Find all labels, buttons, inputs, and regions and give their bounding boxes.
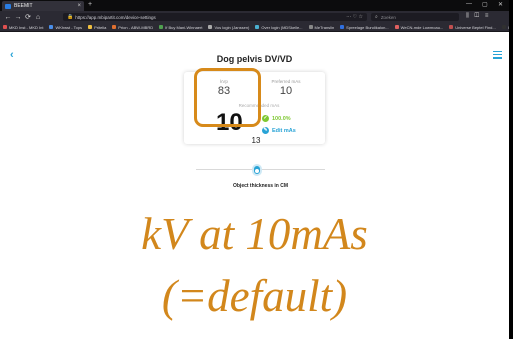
- url-text: https://app.mbipartit.com/device-setting…: [75, 14, 156, 20]
- bookmark-icon: [449, 25, 454, 29]
- bookmark-item[interactable]: WeCN-mde Lowmoau...: [394, 24, 444, 30]
- bookmarks-bar: MKD Inst - MKD Int WKhwst - Tops Pritelia P…: [0, 23, 509, 32]
- bookmark-icon: [208, 25, 213, 29]
- edit-mas-button[interactable]: ✎ Edit mAs: [262, 127, 296, 134]
- bookmark-icon: [159, 25, 164, 29]
- bookmark-item[interactable]: Installation - Architec...: [501, 25, 509, 30]
- maximize-icon[interactable]: ▢: [482, 1, 488, 8]
- toolbar-icons[interactable]: ⫼ ◫ ≡: [466, 13, 490, 20]
- preferred-mas-value[interactable]: 10: [256, 85, 316, 97]
- bookmark-icon: [394, 25, 399, 29]
- bookmark-item[interactable]: If Buy Mani-Winnaert: [159, 25, 202, 30]
- bookmark-label: MeTranslin: [314, 24, 335, 30]
- close-tab-icon[interactable]: ×: [77, 3, 81, 9]
- tab-title: BEEMIT: [14, 3, 33, 9]
- check-icon: ✓: [262, 115, 269, 122]
- bookmark-label: Over login (MDSkelle...: [261, 24, 303, 30]
- reload-icon[interactable]: ⟳: [23, 13, 33, 21]
- tab-active[interactable]: BEEMIT ×: [2, 1, 84, 11]
- bookmark-label: MKD Inst - MKD Int: [9, 24, 44, 30]
- page-actions-icon[interactable]: ··· ♡ ☆: [346, 14, 363, 20]
- screen-frame: BEEMIT × + — ▢ ✕ ← → ⟳ ⌂ 🔒 https://app.m…: [0, 0, 513, 339]
- search-bar[interactable]: ⌕ Zoeken: [371, 13, 459, 21]
- bookmark-label: WeCN-mde Lowmoau...: [400, 24, 444, 30]
- back-arrow-icon[interactable]: ←: [3, 14, 13, 21]
- bookmark-item[interactable]: MKD Inst - MKD Int: [3, 25, 43, 30]
- browser-window: BEEMIT × + — ▢ ✕ ← → ⟳ ⌂ 🔒 https://app.m…: [0, 0, 509, 339]
- bookmark-label: Vos login (Janssen): [214, 24, 250, 30]
- kv-highlight-box: [194, 68, 261, 127]
- match-badge: ✓ 100.0%: [262, 115, 291, 122]
- forward-arrow-icon[interactable]: →: [13, 14, 23, 21]
- annotation-line-2: (=default): [161, 271, 348, 321]
- bookmark-icon: [112, 25, 117, 29]
- bookmark-icon: [49, 25, 54, 29]
- bookmark-item[interactable]: Universe Beptel Find...: [449, 24, 496, 30]
- search-placeholder: Zoeken: [380, 14, 396, 20]
- bookmark-label: Installation - Architec...: [508, 25, 509, 30]
- bookmark-label: Pritelia: [94, 24, 107, 30]
- thickness-value: 13: [251, 136, 261, 145]
- url-bar[interactable]: 🔒 https://app.mbipartit.com/device-setti…: [63, 13, 367, 21]
- bookmark-icon: [255, 25, 260, 29]
- bookmark-label: Universe Beptel Find...: [455, 24, 496, 30]
- tab-strip: BEEMIT × + — ▢ ✕: [0, 0, 509, 11]
- bookmark-item[interactable]: Prion - ABW-MBRD: [112, 25, 153, 30]
- bookmark-label: Prion - ABW-MBRD: [118, 24, 154, 30]
- bookmark-label: Spreelage Bundikalon...: [346, 24, 389, 30]
- close-window-icon[interactable]: ✕: [498, 1, 503, 8]
- edit-icon: ✎: [262, 127, 269, 134]
- search-icon: ⌕: [375, 14, 378, 20]
- favicon-icon: [5, 3, 11, 9]
- annotation-line-1: kV at 10mAs: [141, 209, 368, 259]
- bookmark-icon: [3, 25, 7, 29]
- bookmark-label: WKhwst - Tops: [55, 24, 83, 30]
- edit-mas-label: Edit mAs: [272, 127, 296, 134]
- nav-bar: ← → ⟳ ⌂ 🔒 https://app.mbipartit.com/devi…: [0, 11, 509, 23]
- thickness-label: Object thickness in CM: [232, 183, 288, 189]
- bookmark-item[interactable]: MeTranslin: [308, 24, 335, 30]
- new-tab-button[interactable]: +: [88, 1, 92, 8]
- bookmark-icon: [308, 25, 313, 29]
- bookmark-item[interactable]: Spreelage Bundikalon...: [340, 24, 389, 30]
- bookmark-item[interactable]: Vos login (Janssen): [208, 25, 249, 30]
- bookmark-icon: [501, 25, 506, 29]
- home-icon[interactable]: ⌂: [33, 14, 43, 21]
- app-page: ‹ Dog pelvis DV/VD kVp 83 Preferred mAs …: [0, 32, 509, 339]
- preferred-mas-label: Preferred mAs: [271, 79, 301, 84]
- minimize-icon[interactable]: —: [466, 1, 472, 7]
- bookmark-item[interactable]: WKhwst - Tops: [49, 25, 82, 30]
- match-percent: 100.0%: [272, 115, 291, 122]
- thumb-dot: [255, 169, 259, 173]
- page-title: Dog pelvis DV/VD: [216, 54, 293, 64]
- bookmark-item[interactable]: Pritelia: [88, 25, 106, 30]
- bookmark-icon: [340, 25, 345, 29]
- bookmark-icon: [88, 25, 93, 29]
- bookmark-label: If Buy Mani-Winnaert: [165, 24, 203, 30]
- lock-icon: 🔒: [67, 14, 74, 20]
- bookmark-item[interactable]: Over login (MDSkelle...: [255, 24, 303, 30]
